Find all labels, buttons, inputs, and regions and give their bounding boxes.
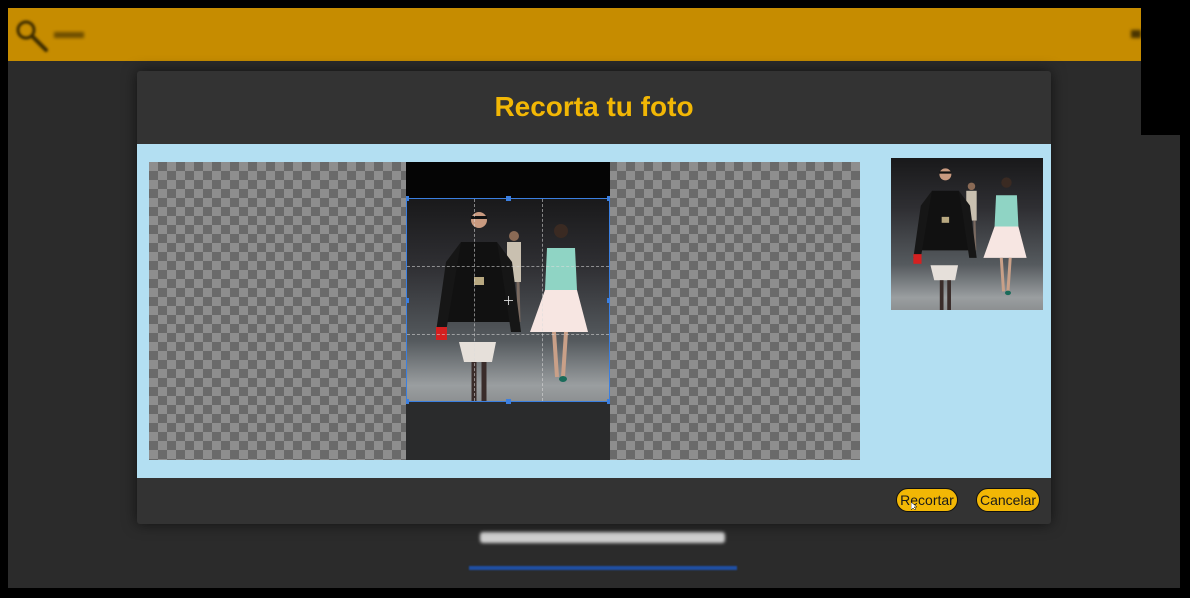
menu-icon[interactable] bbox=[1131, 30, 1141, 38]
crop-preview bbox=[891, 158, 1043, 310]
cancel-button[interactable]: Cancelar bbox=[976, 488, 1040, 512]
dialog-title: Recorta tu foto bbox=[494, 91, 694, 122]
crop-guide-line bbox=[407, 266, 609, 268]
crop-guide-line bbox=[407, 333, 609, 335]
crop-selection-box[interactable] bbox=[406, 196, 610, 404]
crop-canvas[interactable] bbox=[149, 162, 860, 460]
crop-guide-line bbox=[541, 199, 543, 401]
background-progress-bar bbox=[469, 566, 737, 570]
crop-handle-top-left[interactable] bbox=[406, 196, 409, 201]
dialog-footer: Recortar Cancelar bbox=[137, 478, 1051, 524]
crop-dialog: Recorta tu foto Recortar Cancelar bbox=[137, 71, 1051, 524]
background-field bbox=[480, 532, 725, 543]
app-window-edge bbox=[1141, 135, 1180, 588]
app-name-blur bbox=[54, 32, 84, 38]
crop-center-mark bbox=[504, 296, 513, 305]
dialog-body bbox=[137, 144, 1051, 478]
crop-handle-top[interactable] bbox=[506, 196, 511, 201]
crop-dim-bottom bbox=[406, 402, 610, 460]
crop-handle-bottom-left[interactable] bbox=[406, 399, 409, 404]
crop-handle-top-right[interactable] bbox=[607, 196, 610, 201]
crop-handle-right[interactable] bbox=[607, 298, 610, 303]
crop-button[interactable]: Recortar bbox=[896, 488, 958, 512]
crop-handle-bottom[interactable] bbox=[506, 399, 511, 404]
mouse-cursor-icon bbox=[911, 502, 917, 510]
crop-dim-top bbox=[406, 162, 610, 198]
magnifier-icon[interactable] bbox=[12, 16, 52, 56]
source-photo bbox=[406, 162, 610, 460]
crop-handle-bottom-right[interactable] bbox=[607, 399, 610, 404]
app-header bbox=[8, 8, 1141, 61]
crop-guide-line bbox=[474, 199, 476, 401]
crop-handle-left[interactable] bbox=[406, 298, 409, 303]
